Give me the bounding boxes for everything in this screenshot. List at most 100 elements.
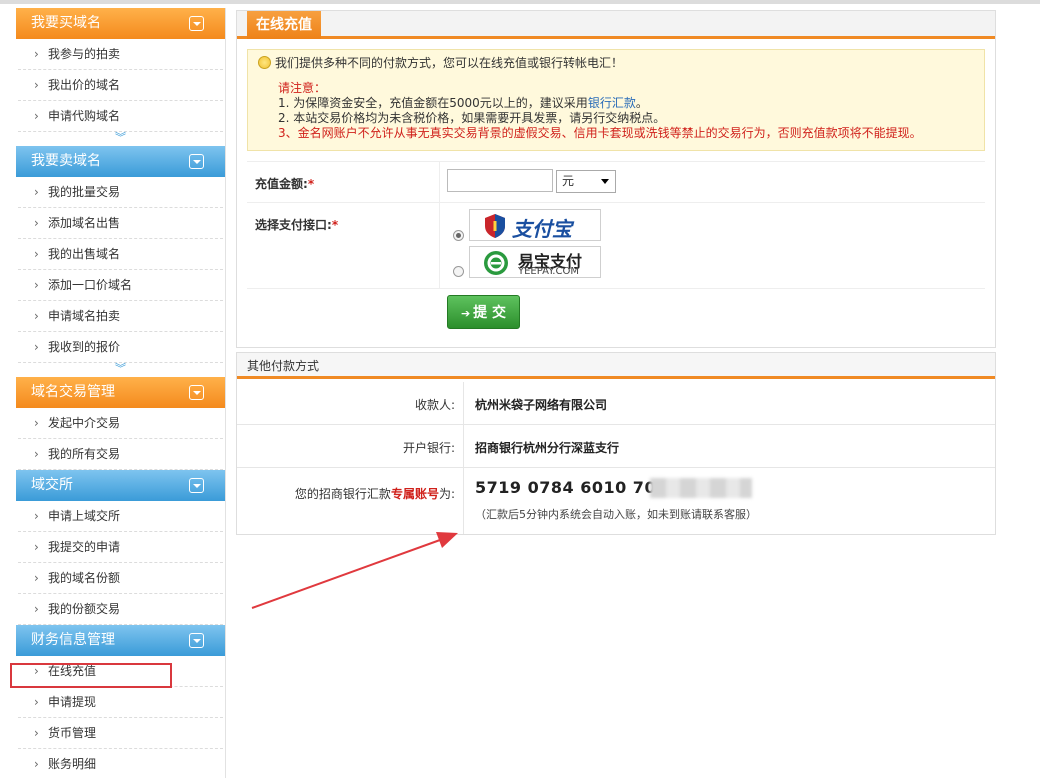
sidebar-item-label: 账务明细 (48, 757, 97, 771)
collapse-toggle-icon[interactable] (189, 385, 204, 400)
sidebar-section-sell-domain[interactable]: 我要卖域名 (16, 146, 225, 177)
gateway-label: 选择支付接口:* (255, 218, 339, 232)
sidebar: 我要买域名 › 我参与的拍卖 › 我出价的域名 › 申请代购域名 ︾ 我要卖域名 › 我… (16, 8, 226, 778)
amount-input[interactable] (447, 169, 553, 192)
alipay-logo[interactable]: 支付宝 (469, 209, 601, 241)
sidebar-section-title: 财务信息管理 (31, 632, 115, 648)
collapse-toggle-icon[interactable] (189, 478, 204, 493)
dropdown-arrow-icon (601, 179, 609, 184)
chevron-right-icon: › (34, 278, 39, 292)
chevron-right-icon: › (34, 109, 39, 123)
payee-label: 收款人: (414, 398, 455, 412)
expand-more-icon[interactable]: ︾ (16, 132, 225, 146)
bank-value: 招商银行杭州分行深蓝支行 (475, 441, 620, 455)
sidebar-section-buy-domain[interactable]: 我要买域名 (16, 8, 225, 39)
sidebar-item-label: 我提交的申请 (48, 540, 121, 554)
sidebar-item-add-for-sale[interactable]: › 添加域名出售 (18, 208, 223, 239)
amount-label: 充值金额:* (255, 177, 315, 191)
sidebar-section-title: 我要卖域名 (31, 153, 101, 169)
sidebar-item-online-recharge[interactable]: › 在线充值 (18, 656, 223, 687)
chevron-right-icon: › (34, 78, 39, 92)
gateway-row: 选择支付接口:* 支付宝 易宝支付 YEEPAY.COM (247, 203, 985, 289)
collapse-toggle-icon[interactable] (189, 633, 204, 648)
chevron-right-icon: › (34, 602, 39, 616)
account-label: 您的招商银行汇款专属账号为: (294, 487, 455, 501)
bank-transfer-link[interactable]: 银行汇款 (588, 96, 636, 110)
panel-tab-bar: 在线充值 (237, 11, 995, 39)
yeepay-subtitle: YEEPAY.COM (518, 266, 579, 277)
notice-box: 我们提供多种不同的付款方式，您可以在线充值或银行转帐电汇！ 请注意： 1. 为保… (247, 49, 985, 151)
collapse-toggle-icon[interactable] (189, 16, 204, 31)
sidebar-item-my-for-sale[interactable]: › 我的出售域名 (18, 239, 223, 270)
other-payment-title: 其他付款方式 (237, 353, 995, 379)
sidebar-item-my-bids[interactable]: › 我出价的域名 (18, 70, 223, 101)
payee-value: 杭州米袋子网络有限公司 (475, 398, 608, 412)
shield-icon (485, 214, 505, 238)
sidebar-item-request-purchase[interactable]: › 申请代购域名 (18, 101, 223, 132)
yeepay-radio[interactable] (453, 266, 464, 277)
chevron-right-icon: › (34, 47, 39, 61)
sidebar-item-label: 申请代购域名 (48, 109, 121, 123)
sidebar-item-label: 我的批量交易 (48, 185, 121, 199)
sidebar-item-label: 添加域名出售 (48, 216, 121, 230)
chevron-right-icon: › (34, 695, 39, 709)
chevron-right-icon: › (34, 509, 39, 523)
sidebar-item-share-trades[interactable]: › 我的份额交易 (18, 594, 223, 625)
sidebar-item-account-details[interactable]: › 账务明细 (18, 749, 223, 778)
sidebar-section-trade-management[interactable]: 域名交易管理 (16, 377, 225, 408)
chevron-right-icon: › (34, 309, 39, 323)
sidebar-section-title: 我要买域名 (31, 15, 101, 31)
chevron-right-icon: › (34, 571, 39, 585)
sidebar-item-my-auctions[interactable]: › 我参与的拍卖 (18, 39, 223, 70)
sidebar-item-label: 申请上域交所 (48, 509, 121, 523)
expand-more-icon[interactable]: ︾ (16, 363, 225, 377)
sidebar-item-label: 添加一口价域名 (48, 278, 133, 292)
bank-row: 开户银行: 招商银行杭州分行深蓝支行 (237, 425, 995, 468)
sidebar-section-exchange[interactable]: 域交所 (16, 470, 225, 501)
submit-button[interactable]: ➔ 提 交 (447, 295, 520, 329)
account-row: 您的招商银行汇款专属账号为: 5719 0784 6010 7060 （汇款后5… (237, 468, 995, 534)
sidebar-item-label: 我收到的报价 (48, 340, 121, 354)
sidebar-item-my-shares[interactable]: › 我的域名份额 (18, 563, 223, 594)
chevron-right-icon: › (34, 664, 39, 678)
sidebar-item-my-applications[interactable]: › 我提交的申请 (18, 532, 223, 563)
sidebar-section-finance[interactable]: 财务信息管理 (16, 625, 225, 656)
alipay-radio[interactable] (453, 230, 464, 241)
notice-intro: 我们提供多种不同的付款方式，您可以在线充值或银行转帐电汇！ (275, 56, 624, 70)
sidebar-item-all-trades[interactable]: › 我的所有交易 (18, 439, 223, 470)
chevron-right-icon: › (34, 247, 39, 261)
notice-line-1: 1. 为保障资金安全，充值金额在5000元以上的，建议采用 (278, 96, 588, 110)
arrow-right-icon: ➔ (460, 307, 471, 320)
sidebar-item-batch-trade[interactable]: › 我的批量交易 (18, 177, 223, 208)
sidebar-section-title: 域交所 (31, 477, 73, 493)
sidebar-item-apply-exchange[interactable]: › 申请上域交所 (18, 501, 223, 532)
sidebar-item-label: 我的份额交易 (48, 602, 121, 616)
sidebar-item-label: 申请提现 (48, 695, 97, 709)
chevron-right-icon: › (34, 216, 39, 230)
chevron-right-icon: › (34, 416, 39, 430)
window-top-edge (0, 0, 1040, 4)
account-number: 5719 0784 6010 7060 (475, 478, 680, 497)
sidebar-item-start-escrow[interactable]: › 发起中介交易 (18, 408, 223, 439)
collapse-toggle-icon[interactable] (189, 154, 204, 169)
tab-online-recharge[interactable]: 在线充值 (247, 11, 321, 39)
submit-label: 提 交 (473, 305, 507, 321)
sidebar-item-label: 我的出售域名 (48, 247, 121, 261)
sidebar-item-withdraw[interactable]: › 申请提现 (18, 687, 223, 718)
notice-line-3: 3、金名网账户不允许从事无真实交易背景的虚假交易、信用卡套现或洗钱等禁止的交易行… (278, 126, 922, 140)
yeepay-icon (484, 251, 508, 275)
sidebar-item-currency[interactable]: › 货币管理 (18, 718, 223, 749)
sidebar-item-request-auction[interactable]: › 申请域名拍卖 (18, 301, 223, 332)
chevron-right-icon: › (34, 340, 39, 354)
unit-select[interactable]: 元 (556, 170, 616, 193)
chevron-right-icon: › (34, 540, 39, 554)
sidebar-item-add-fixed-price[interactable]: › 添加一口价域名 (18, 270, 223, 301)
sidebar-item-label: 我出价的域名 (48, 78, 121, 92)
sidebar-item-label: 货币管理 (48, 726, 97, 740)
unit-select-value: 元 (562, 174, 575, 188)
sidebar-item-label: 我的所有交易 (48, 447, 121, 461)
yeepay-logo[interactable]: 易宝支付 YEEPAY.COM (469, 246, 601, 278)
recharge-panel: 在线充值 我们提供多种不同的付款方式，您可以在线充值或银行转帐电汇！ 请注意： … (236, 10, 996, 348)
chevron-right-icon: › (34, 726, 39, 740)
sidebar-item-offers-received[interactable]: › 我收到的报价 (18, 332, 223, 363)
